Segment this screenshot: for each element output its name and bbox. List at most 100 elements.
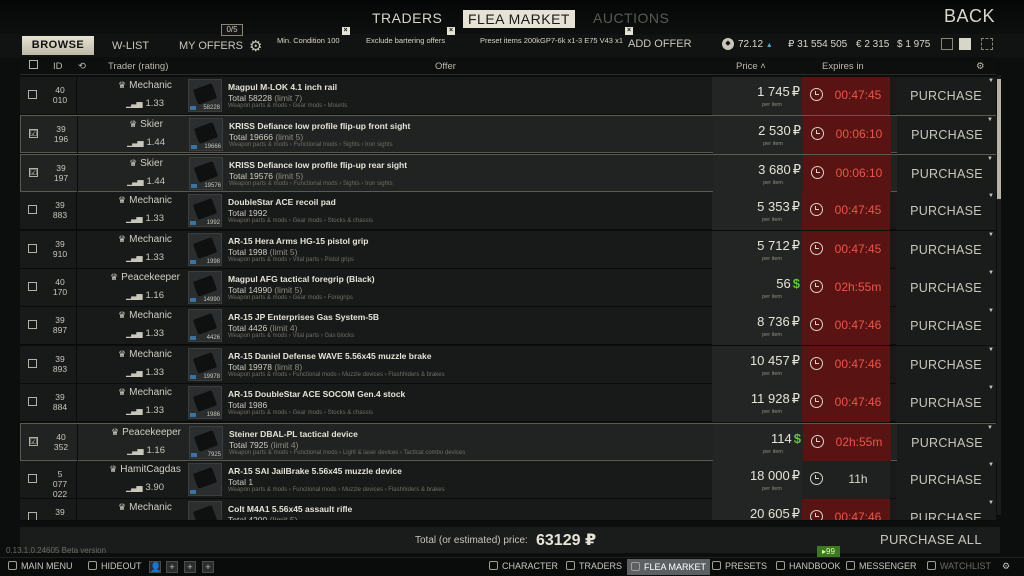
purchase-button[interactable]: PURCHASE bbox=[896, 307, 996, 346]
item-name[interactable]: KRISS Defiance low profile flip-up rear … bbox=[229, 160, 407, 170]
table-row[interactable]: 40 010 ♛ Mechanic ▁▃▅ 1.33 58228 Magpul M-LOK … bbox=[20, 77, 996, 115]
chevron-down-icon[interactable]: ▼ bbox=[988, 78, 994, 84]
purchase-button[interactable]: PURCHASE bbox=[896, 384, 996, 423]
list-view-compact-icon[interactable] bbox=[941, 38, 953, 50]
item-thumbnail[interactable]: 19666 bbox=[189, 118, 223, 152]
browse-tab[interactable]: BROWSE bbox=[22, 36, 94, 55]
trader-name[interactable]: ♛ Mechanic bbox=[90, 502, 200, 513]
table-row[interactable]: 40 170 ♛ Peacekeeper ▁▃▅ 1.16 14990 Magpul AFG… bbox=[20, 269, 996, 307]
close-icon[interactable]: × bbox=[447, 27, 456, 35]
column-price[interactable]: Price ˄ bbox=[736, 61, 766, 72]
chevron-down-icon[interactable]: ▼ bbox=[987, 425, 993, 431]
table-row[interactable]: 39 884 ♛ Mechanic ▁▃▅ 1.33 1986 AR-15 DoubleSt… bbox=[20, 384, 996, 423]
select-all-checkbox[interactable] bbox=[29, 60, 38, 69]
trader-name[interactable]: ♛ Skier bbox=[91, 119, 201, 130]
purchase-button[interactable]: PURCHASE bbox=[896, 230, 996, 269]
item-thumbnail[interactable]: 58228 bbox=[188, 79, 222, 112]
add-slot-button[interactable]: + bbox=[202, 561, 214, 573]
item-name[interactable]: AR-15 DoubleStar ACE SOCOM Gen.4 stock bbox=[228, 389, 405, 399]
trader-name[interactable]: ♛ Mechanic bbox=[90, 80, 200, 91]
trader-name[interactable]: ♛ Peacekeeper bbox=[90, 272, 200, 283]
nav-traders[interactable]: TRADERS bbox=[372, 10, 442, 26]
trader-name[interactable]: ♛ Mechanic bbox=[90, 234, 200, 245]
chevron-down-icon[interactable]: ▼ bbox=[988, 500, 994, 506]
flea-market-button[interactable]: FLEA MARKET bbox=[627, 559, 711, 575]
chevron-down-icon[interactable]: ▼ bbox=[988, 462, 994, 468]
item-name[interactable]: Steiner DBAL-PL tactical device bbox=[229, 429, 358, 439]
scrollbar-thumb[interactable] bbox=[997, 79, 1001, 199]
trader-name[interactable]: ♛ Mechanic bbox=[90, 349, 200, 360]
column-offer[interactable]: Offer bbox=[435, 61, 456, 72]
table-row[interactable]: ☑ 39 196 ♛ Skier ▁▃▅ 1.44 19666 KRISS Defiance … bbox=[20, 115, 997, 155]
item-thumbnail[interactable] bbox=[188, 463, 222, 496]
filter-chip[interactable]: Exclude bartering offers × bbox=[366, 27, 456, 45]
wishlist-tab[interactable]: W-LIST bbox=[112, 40, 149, 52]
row-checkbox[interactable]: ☑ bbox=[29, 129, 38, 139]
item-name[interactable]: Colt M4A1 5.56x45 assault rifle bbox=[228, 504, 352, 514]
trader-name[interactable]: ♛ Peacekeeper bbox=[91, 427, 201, 438]
purchase-button[interactable]: PURCHASE bbox=[896, 269, 996, 307]
row-checkbox[interactable] bbox=[28, 358, 37, 368]
chevron-down-icon[interactable]: ▼ bbox=[988, 270, 994, 276]
purchase-button[interactable]: PURCHASE bbox=[897, 116, 997, 155]
row-checkbox[interactable] bbox=[28, 205, 37, 215]
item-name[interactable]: KRISS Defiance low profile flip-up front… bbox=[229, 121, 410, 131]
back-button[interactable]: BACK bbox=[944, 6, 995, 27]
trader-name[interactable]: ♛ HamitCagdas bbox=[90, 464, 200, 475]
chevron-down-icon[interactable]: ▼ bbox=[988, 385, 994, 391]
presets-button[interactable]: PRESETS bbox=[712, 561, 767, 571]
settings-gear-icon[interactable]: ⚙ bbox=[249, 37, 262, 55]
table-row[interactable]: 5 077 022 ♛ HamitCagdas ▁▃▅ 3.90 AR-15 SAI Ja… bbox=[20, 461, 996, 499]
messenger-button[interactable]: MESSENGER bbox=[846, 561, 917, 571]
item-thumbnail[interactable]: 1992 bbox=[188, 194, 222, 228]
purchase-button[interactable]: PURCHASE bbox=[896, 499, 996, 521]
row-checkbox[interactable] bbox=[28, 320, 37, 330]
item-thumbnail[interactable]: 19576 bbox=[189, 156, 223, 190]
chevron-down-icon[interactable]: ▼ bbox=[987, 156, 993, 162]
trader-name[interactable]: ♛ Mechanic bbox=[90, 387, 200, 398]
add-offer-button[interactable]: ADD OFFER bbox=[628, 38, 692, 50]
table-row[interactable]: 39 893 ♛ Mechanic ▁▃▅ 1.33 19978 AR-15 Daniel … bbox=[20, 345, 996, 384]
hideout-button[interactable]: HIDEOUT bbox=[88, 561, 142, 571]
item-thumbnail[interactable]: 1998 bbox=[188, 232, 222, 266]
item-thumbnail[interactable]: 1986 bbox=[188, 386, 222, 420]
my-offers-tab[interactable]: MY OFFERS bbox=[179, 40, 243, 52]
purchase-button[interactable]: PURCHASE bbox=[896, 345, 996, 384]
add-slot-button[interactable]: + bbox=[166, 561, 178, 573]
nav-auctions[interactable]: AUCTIONS bbox=[593, 10, 669, 26]
close-icon[interactable]: × bbox=[341, 27, 350, 35]
purchase-button[interactable]: PURCHASE bbox=[897, 423, 997, 462]
row-checkbox[interactable]: ☑ bbox=[29, 436, 38, 446]
list-view-icon[interactable] bbox=[959, 38, 971, 50]
chevron-down-icon[interactable]: ▼ bbox=[988, 193, 994, 199]
row-checkbox[interactable] bbox=[28, 397, 37, 407]
item-name[interactable]: AR-15 JP Enterprises Gas System-5B bbox=[228, 312, 379, 322]
row-checkbox[interactable] bbox=[28, 512, 37, 521]
settings-icon[interactable]: ⚙ bbox=[976, 61, 985, 72]
item-name[interactable]: AR-15 Daniel Defense WAVE 5.56x45 muzzle… bbox=[228, 351, 431, 361]
traders-button[interactable]: TRADERS bbox=[566, 561, 622, 571]
row-checkbox[interactable] bbox=[28, 243, 37, 253]
settings-gear-icon[interactable]: ⚙ bbox=[1002, 561, 1010, 572]
column-id[interactable]: ID bbox=[53, 61, 63, 72]
purchase-button[interactable]: PURCHASE bbox=[896, 77, 996, 115]
character-button[interactable]: CHARACTER bbox=[489, 561, 558, 571]
purchase-all-button[interactable]: PURCHASE ALL bbox=[880, 532, 982, 547]
refresh-icon[interactable]: ⟲ bbox=[78, 61, 86, 72]
item-thumbnail[interactable]: 7925 bbox=[189, 425, 223, 459]
trader-name[interactable]: ♛ Mechanic bbox=[90, 195, 200, 206]
row-checkbox[interactable] bbox=[28, 282, 37, 291]
item-thumbnail[interactable]: 19978 bbox=[188, 347, 222, 381]
main-menu-button[interactable]: MAIN MENU bbox=[8, 561, 73, 571]
chevron-down-icon[interactable]: ▼ bbox=[987, 117, 993, 123]
table-row[interactable]: 39 910 ♛ Mechanic ▁▃▅ 1.33 1998 AR-15 Hera Arm… bbox=[20, 230, 996, 269]
purchase-button[interactable]: PURCHASE bbox=[896, 192, 996, 231]
item-name[interactable]: Magpul AFG tactical foregrip (Black) bbox=[228, 274, 375, 284]
column-expires[interactable]: Expires in bbox=[822, 61, 864, 72]
watchlist-button[interactable]: WATCHLIST bbox=[927, 561, 991, 571]
item-name[interactable]: DoubleStar ACE recoil pad bbox=[228, 197, 336, 207]
chevron-down-icon[interactable]: ▼ bbox=[988, 347, 994, 353]
table-row[interactable]: 39 883 ♛ Mechanic ▁▃▅ 1.33 1992 DoubleStar ACE… bbox=[20, 192, 996, 231]
item-name[interactable]: AR-15 Hera Arms HG-15 pistol grip bbox=[228, 236, 368, 246]
profile-slot-icon[interactable]: 👤 bbox=[149, 561, 161, 573]
